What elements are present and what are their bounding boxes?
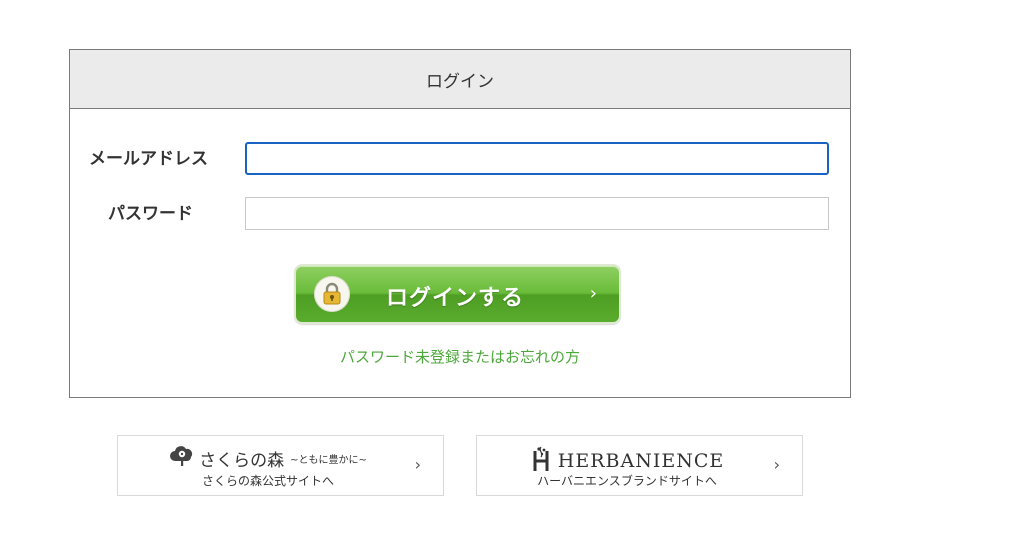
herbanience-site-link[interactable]: HERBANIENCE ハーバニエンスブランドサイトへ ›: [476, 435, 803, 496]
email-input[interactable]: [245, 142, 829, 175]
login-button-label: ログインする: [386, 286, 525, 311]
cloud-flower-icon: [169, 445, 195, 471]
herbanience-link-text: ハーバニエンスブランドサイトへ: [537, 474, 717, 488]
login-header: ログイン: [70, 50, 850, 109]
chevron-right-icon: ›: [589, 283, 597, 304]
sakura-logo: さくらの森 ~ともに豊かに~: [118, 445, 418, 471]
password-input[interactable]: [245, 197, 829, 230]
password-label: パスワード: [108, 204, 193, 224]
sakura-logo-name: さくらの森: [199, 450, 285, 471]
chevron-right-icon: ›: [773, 455, 780, 474]
forgot-password-link[interactable]: パスワード未登録またはお忘れの方: [70, 346, 850, 367]
herbanience-logo-name: HERBANIENCE: [557, 450, 725, 472]
lock-icon: [314, 276, 350, 312]
login-panel: ログイン メールアドレス パスワード ログインする › パスワード未登録またはお…: [69, 49, 851, 398]
sakura-logo-tagline: ~ともに豊かに~: [290, 454, 367, 466]
sakura-link-text: さくらの森公式サイトへ: [201, 474, 334, 488]
email-label: メールアドレス: [89, 149, 208, 169]
sakura-site-link[interactable]: さくらの森 ~ともに豊かに~ さくらの森公式サイトへ ›: [117, 435, 444, 496]
chevron-right-icon: ›: [414, 455, 421, 474]
login-button[interactable]: ログインする ›: [294, 264, 621, 324]
login-title: ログイン: [426, 71, 494, 92]
